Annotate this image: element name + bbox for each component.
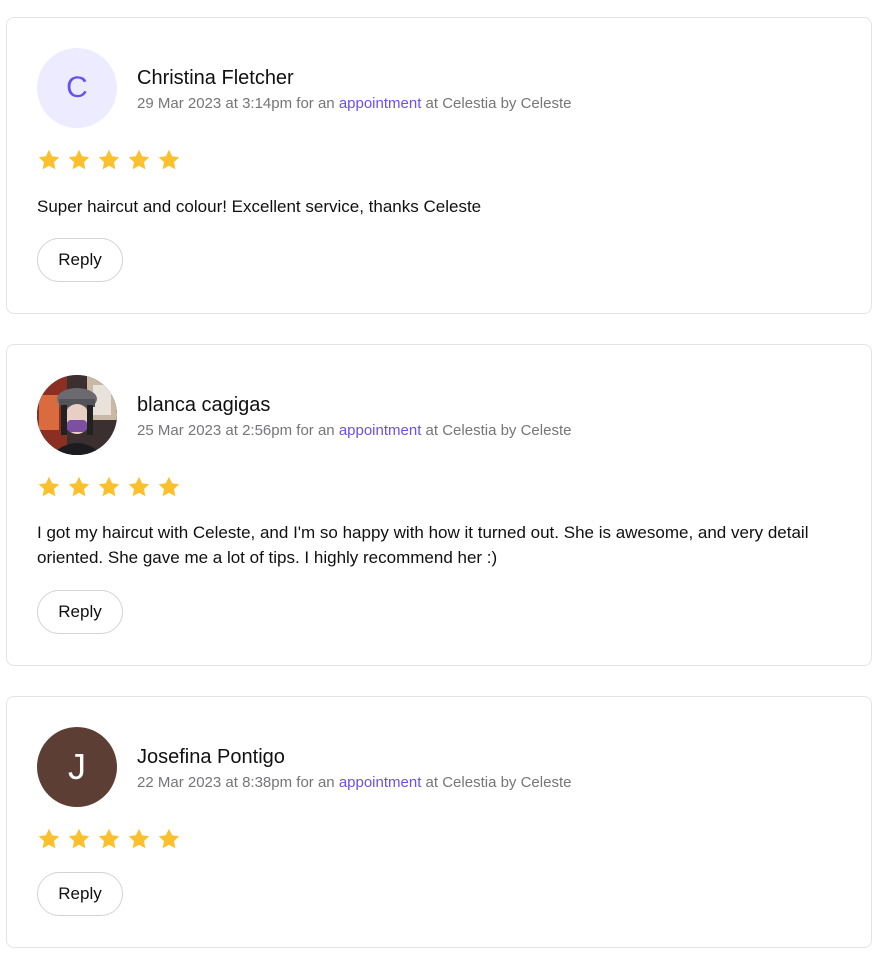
avatar: C — [37, 48, 117, 128]
appointment-link[interactable]: appointment — [339, 774, 422, 791]
reviewer-name: Christina Fletcher — [137, 67, 294, 89]
star-icon — [158, 828, 180, 849]
appointment-link[interactable]: appointment — [339, 422, 422, 439]
avatar: J — [37, 727, 117, 807]
star-rating — [37, 475, 181, 499]
star-icon — [128, 828, 150, 849]
star-icon — [68, 476, 90, 497]
avatar-photo — [37, 375, 117, 455]
review-card: blanca cagigas 25 Mar 2023 at 2:56pm for… — [6, 344, 872, 666]
star-icon — [158, 476, 180, 497]
meta-location-text: at Celestia by Celeste — [421, 95, 572, 112]
meta-location-text: at Celestia by Celeste — [421, 774, 572, 791]
review-date: 29 Mar 2023 at 3:14pm — [137, 95, 293, 112]
star-icon — [68, 149, 90, 170]
star-icon — [98, 149, 120, 170]
star-rating — [37, 148, 181, 172]
review-meta: 29 Mar 2023 at 3:14pm for an appointment… — [137, 95, 571, 112]
reply-button[interactable]: Reply — [37, 590, 123, 634]
review-meta: 22 Mar 2023 at 8:38pm for an appointment… — [137, 774, 571, 791]
meta-location-text: at Celestia by Celeste — [421, 422, 572, 439]
review-date: 25 Mar 2023 at 2:56pm — [137, 422, 293, 439]
meta-for-text: for an — [292, 422, 339, 439]
review-text: I got my haircut with Celeste, and I'm s… — [37, 523, 809, 567]
review-meta: 25 Mar 2023 at 2:56pm for an appointment… — [137, 422, 571, 439]
reply-button[interactable]: Reply — [37, 238, 123, 282]
avatar — [37, 375, 117, 455]
star-icon — [38, 149, 60, 170]
reply-button[interactable]: Reply — [37, 872, 123, 916]
star-icon — [68, 828, 90, 849]
star-icon — [158, 149, 180, 170]
meta-for-text: for an — [292, 774, 339, 791]
star-icon — [98, 476, 120, 497]
review-card: C Christina Fletcher 29 Mar 2023 at 3:14… — [6, 17, 872, 314]
meta-for-text: for an — [292, 95, 339, 112]
star-icon — [98, 828, 120, 849]
star-icon — [128, 149, 150, 170]
avatar-initial: C — [66, 71, 88, 104]
star-rating — [37, 827, 181, 851]
review-text: Super haircut and colour! Excellent serv… — [37, 197, 482, 216]
review-card: J Josefina Pontigo 22 Mar 2023 at 8:38pm… — [6, 696, 872, 948]
avatar-initial: J — [68, 746, 86, 787]
reviewer-name: Josefina Pontigo — [137, 746, 285, 768]
star-icon — [38, 828, 60, 849]
appointment-link[interactable]: appointment — [339, 95, 422, 112]
star-icon — [38, 476, 60, 497]
reviewer-name: blanca cagigas — [137, 394, 271, 416]
star-icon — [128, 476, 150, 497]
review-date: 22 Mar 2023 at 8:38pm — [137, 774, 293, 791]
